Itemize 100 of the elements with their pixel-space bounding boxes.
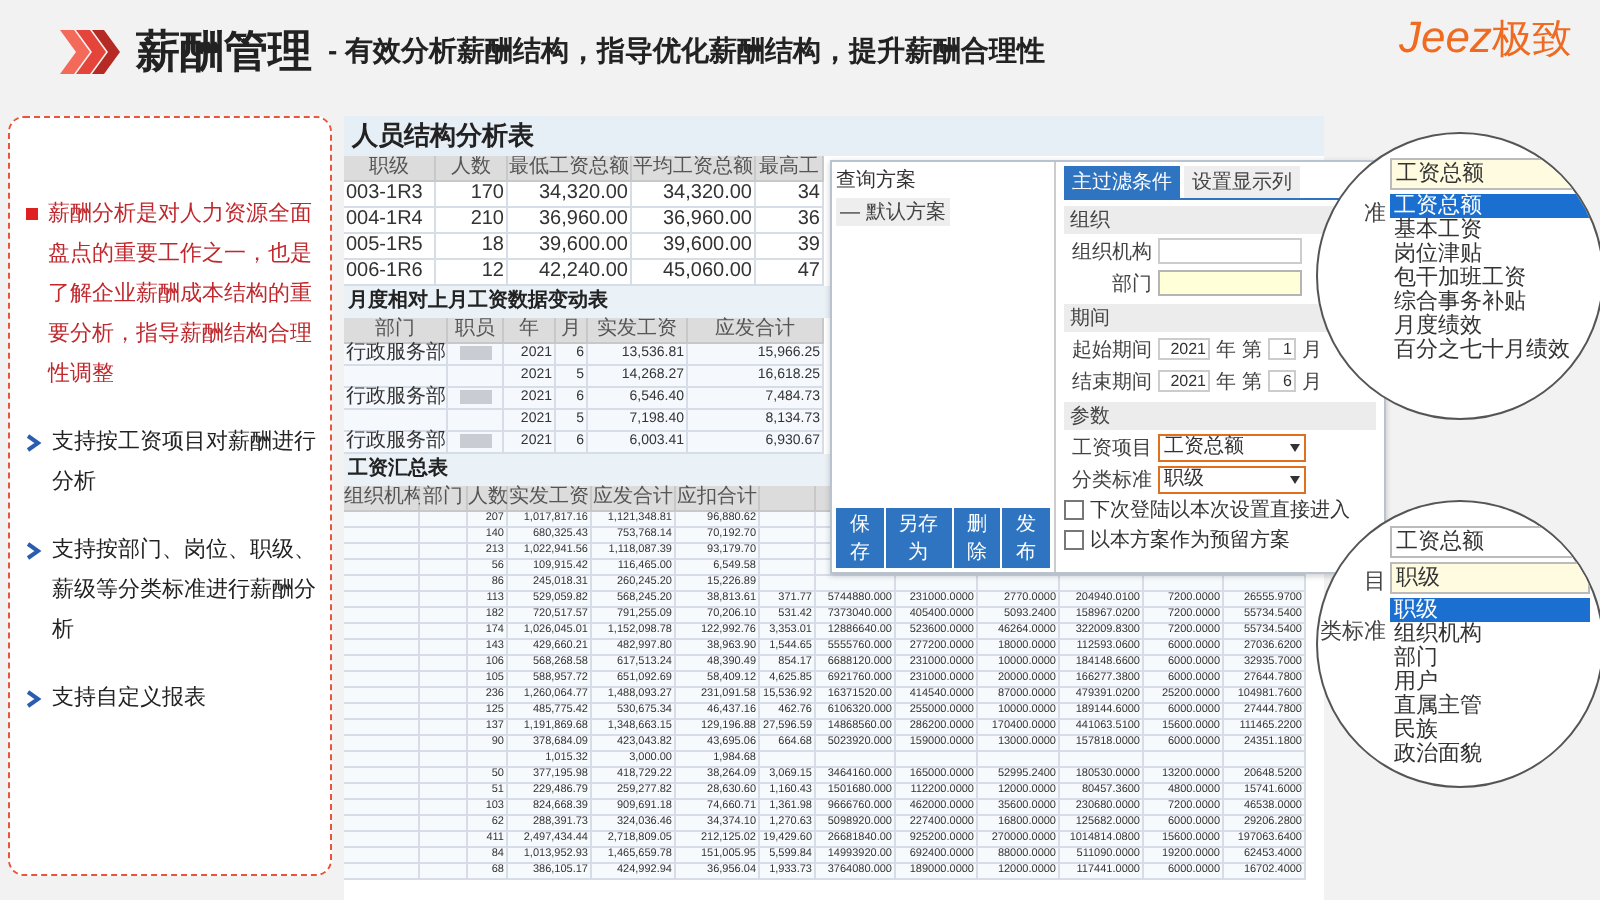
unit-label: 年	[1216, 369, 1236, 395]
dropdown[interactable]: 职级	[1158, 465, 1306, 493]
dialog-button[interactable]: 另存为	[885, 508, 952, 568]
table-cell: 005-1R5	[344, 234, 436, 260]
chevron-bullet-icon	[26, 434, 42, 452]
dialog-button[interactable]: 保存	[836, 508, 884, 568]
column-header: 部门	[420, 486, 468, 512]
table-cell: 39,600.00	[632, 234, 756, 260]
table-cell: 36,960.00	[508, 208, 632, 234]
field-label: 结束期间	[1070, 369, 1152, 395]
checkbox-label: 下次登陆以本次设置直接进入	[1090, 497, 1350, 524]
column-header: 月	[556, 318, 588, 344]
table-cell: 170	[436, 182, 508, 208]
section-header: 参数	[1064, 402, 1376, 430]
year-spinner[interactable]: 2021	[1158, 338, 1210, 360]
dropdown-option[interactable]: 民族	[1390, 718, 1590, 742]
dropdown-option[interactable]: 组织机构	[1390, 622, 1590, 646]
dropdown-option[interactable]: 职级	[1390, 598, 1590, 622]
column-header: 年	[504, 318, 556, 344]
unit-label: 年	[1216, 337, 1236, 363]
logo-text: Jeez	[1399, 11, 1492, 63]
table-cell: 36	[756, 208, 824, 234]
month-spinner[interactable]: 6	[1268, 370, 1296, 392]
slide-title: 薪酬管理	[136, 24, 312, 80]
unit-label: 第	[1242, 369, 1262, 395]
unit-label: 第	[1242, 337, 1262, 363]
blurred-name	[459, 434, 491, 448]
checkbox[interactable]	[1064, 530, 1084, 550]
slide-subtitle: - 有效分析薪酬结构，指导优化薪酬结构，提升薪酬合理性	[328, 34, 1046, 70]
tab[interactable]: 设置显示列	[1184, 166, 1300, 198]
dropdown-option[interactable]: 直属主管	[1390, 694, 1590, 718]
table-cell: 行政服务部	[344, 388, 448, 410]
dropdown-option[interactable]: 岗位津贴	[1390, 242, 1590, 266]
unit-label: 月	[1302, 337, 1322, 363]
field-label: 起始期间	[1070, 337, 1152, 363]
table-cell: 行政服务部	[344, 432, 448, 454]
field-label: 类标准	[1320, 618, 1386, 646]
table-cell: 18	[436, 234, 508, 260]
column-header: 部门	[344, 318, 448, 344]
column-header: 实发工资	[588, 318, 688, 344]
dialog-button[interactable]: 删除	[953, 508, 1001, 568]
table-cell: 003-1R3	[344, 182, 436, 208]
caret-icon	[1290, 475, 1300, 483]
checkbox[interactable]	[1064, 500, 1084, 520]
field-label: 目	[1364, 568, 1386, 596]
bullet-text: 薪酬分析是对人力资源全面盘点的重要工作之一，也是了解企业薪酬成本结构的重要分析，指导薪酬结构合理性调整	[48, 199, 314, 390]
text-field[interactable]	[1158, 270, 1302, 296]
tab[interactable]: 主过滤条件	[1064, 166, 1180, 198]
column-header: 应发合计	[688, 318, 824, 344]
panel-title: 查询方案	[836, 167, 918, 194]
bullet-text: 支持自定义报表	[52, 683, 206, 714]
column-header: 人数	[468, 486, 508, 512]
field-label: 组织机构	[1070, 239, 1152, 265]
table-cell	[344, 410, 448, 432]
table-cell: 004-1R4	[344, 208, 436, 234]
logo-text: 极致	[1492, 15, 1572, 65]
table-cell: 行政服务部	[344, 344, 448, 366]
table-cell: 34,320.00	[632, 182, 756, 208]
year-spinner[interactable]: 2021	[1158, 370, 1210, 392]
blurred-name	[459, 346, 491, 360]
scheme-item[interactable]: — 默认方案	[836, 198, 950, 226]
dropdown-option[interactable]: 基本工资	[1390, 218, 1590, 242]
text-field[interactable]	[1158, 238, 1302, 264]
table-cell: 36,960.00	[632, 208, 756, 234]
unit-label: 月	[1302, 369, 1322, 395]
dropdown-option[interactable]: 部门	[1390, 646, 1590, 670]
table-cell: 39,600.00	[508, 234, 632, 260]
checkbox-label: 以本方案作为预留方案	[1090, 527, 1290, 554]
dropdown-option[interactable]: 百分之七十月绩效	[1390, 338, 1590, 362]
table-title: 人员结构分析表	[344, 116, 1324, 156]
dropdown-option[interactable]: 综合事务补贴	[1390, 290, 1590, 314]
column-header: 人数	[436, 156, 508, 182]
column-header: 最低工资总额	[508, 156, 632, 182]
table-cell: 39	[756, 234, 824, 260]
table-cell	[344, 366, 448, 388]
column-header: 职级	[344, 156, 436, 182]
chevron-bullet-icon	[26, 542, 42, 560]
chevron-bullet-icon	[26, 690, 42, 708]
dropdown-option[interactable]: 月度绩效	[1390, 314, 1590, 338]
dialog-button[interactable]: 发布	[1002, 508, 1051, 568]
chevrons-icon	[60, 30, 120, 74]
column-header: 应扣合计	[676, 486, 760, 512]
column-header: 最高工	[756, 156, 824, 182]
dropdown-option[interactable]: 包干加班工资	[1390, 266, 1590, 290]
column-header: 平均工资总额	[632, 156, 756, 182]
column-header: 职员	[448, 318, 504, 344]
column-header: 应发合计	[592, 486, 676, 512]
dropdown-option[interactable]: 工资总额	[1390, 194, 1590, 218]
column-header: 实发工资	[508, 486, 592, 512]
bullet-text: 支持按工资项目对薪酬进行分析	[52, 427, 318, 498]
table-cell: 210	[436, 208, 508, 234]
dropdown[interactable]: 职级	[1390, 562, 1590, 594]
table-cell: 34	[756, 182, 824, 208]
dropdown-option[interactable]: 用户	[1390, 670, 1590, 694]
blurred-name	[459, 390, 491, 404]
dropdown-option[interactable]: 政治面貌	[1390, 742, 1590, 766]
dropdown[interactable]: 工资总额	[1158, 433, 1306, 461]
table-cell: 34,320.00	[508, 182, 632, 208]
square-bullet-icon	[26, 208, 38, 220]
month-spinner[interactable]: 1	[1268, 338, 1296, 360]
